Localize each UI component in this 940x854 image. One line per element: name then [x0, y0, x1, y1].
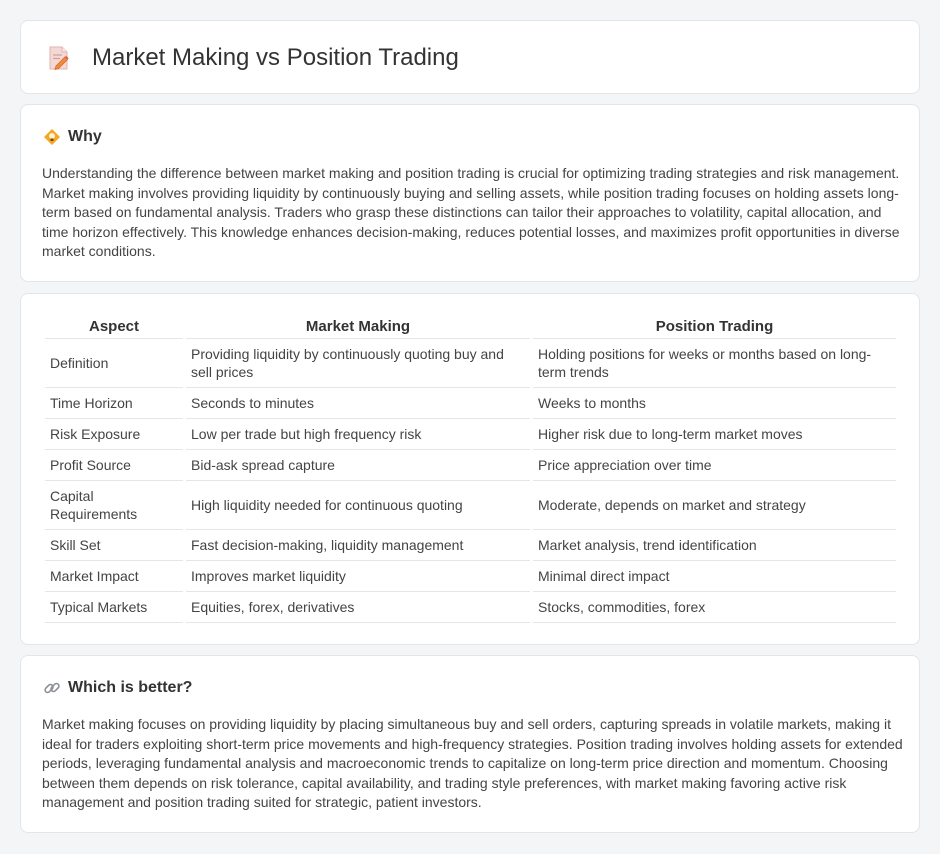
- column-header-market-making: Market Making: [186, 316, 530, 339]
- table-row: Capital Requirements High liquidity need…: [45, 481, 896, 530]
- comparison-table: Aspect Market Making Position Trading De…: [42, 316, 899, 623]
- table-row: Typical Markets Equities, forex, derivat…: [45, 592, 896, 623]
- cell-position-trading: Weeks to months: [533, 388, 896, 419]
- cell-aspect: Definition: [45, 339, 183, 388]
- cell-market-making: Bid-ask spread capture: [186, 450, 530, 481]
- cell-market-making: Seconds to minutes: [186, 388, 530, 419]
- table-row: Profit Source Bid-ask spread capture Pri…: [45, 450, 896, 481]
- table-header-row: Aspect Market Making Position Trading: [45, 316, 896, 339]
- cell-market-making: High liquidity needed for continuous quo…: [186, 481, 530, 530]
- cell-position-trading: Higher risk due to long-term market move…: [533, 419, 896, 450]
- why-paragraph: Understanding the difference between mar…: [42, 165, 900, 260]
- column-header-position-trading: Position Trading: [533, 316, 896, 339]
- link-icon: [43, 679, 61, 697]
- why-heading: Why: [43, 127, 102, 147]
- which-better-heading-label: Which is better?: [68, 679, 193, 696]
- lightbulb-icon: [43, 128, 61, 146]
- table-row: Skill Set Fast decision-making, liquidit…: [45, 530, 896, 561]
- cell-market-making: Equities, forex, derivatives: [186, 592, 530, 623]
- cell-position-trading: Holding positions for weeks or months ba…: [533, 339, 896, 388]
- cell-aspect: Profit Source: [45, 450, 183, 481]
- comparison-card: Aspect Market Making Position Trading De…: [20, 293, 920, 645]
- cell-market-making: Fast decision-making, liquidity manageme…: [186, 530, 530, 561]
- why-heading-label: Why: [68, 128, 102, 145]
- cell-aspect: Market Impact: [45, 561, 183, 592]
- which-better-paragraph: Market making focuses on providing liqui…: [42, 716, 903, 811]
- column-header-aspect: Aspect: [45, 316, 183, 339]
- which-better-card: Which is better? Market making focuses o…: [20, 655, 920, 833]
- table-row: Risk Exposure Low per trade but high fre…: [45, 419, 896, 450]
- cell-position-trading: Moderate, depends on market and strategy: [533, 481, 896, 530]
- cell-aspect: Time Horizon: [45, 388, 183, 419]
- cell-position-trading: Market analysis, trend identification: [533, 530, 896, 561]
- which-better-heading: Which is better?: [43, 678, 192, 698]
- cell-market-making: Improves market liquidity: [186, 561, 530, 592]
- cell-aspect: Typical Markets: [45, 592, 183, 623]
- page-title: Market Making vs Position Trading: [92, 44, 459, 71]
- title-card: Market Making vs Position Trading: [20, 20, 920, 94]
- cell-aspect: Capital Requirements: [45, 481, 183, 530]
- table-row: Time Horizon Seconds to minutes Weeks to…: [45, 388, 896, 419]
- cell-market-making: Low per trade but high frequency risk: [186, 419, 530, 450]
- cell-aspect: Risk Exposure: [45, 419, 183, 450]
- table-row: Market Impact Improves market liquidity …: [45, 561, 896, 592]
- cell-position-trading: Minimal direct impact: [533, 561, 896, 592]
- document-pencil-icon: [47, 45, 71, 71]
- table-row: Definition Providing liquidity by contin…: [45, 339, 896, 388]
- why-card: Why Understanding the difference between…: [20, 104, 920, 282]
- cell-aspect: Skill Set: [45, 530, 183, 561]
- cell-position-trading: Price appreciation over time: [533, 450, 896, 481]
- cell-position-trading: Stocks, commodities, forex: [533, 592, 896, 623]
- cell-market-making: Providing liquidity by continuously quot…: [186, 339, 530, 388]
